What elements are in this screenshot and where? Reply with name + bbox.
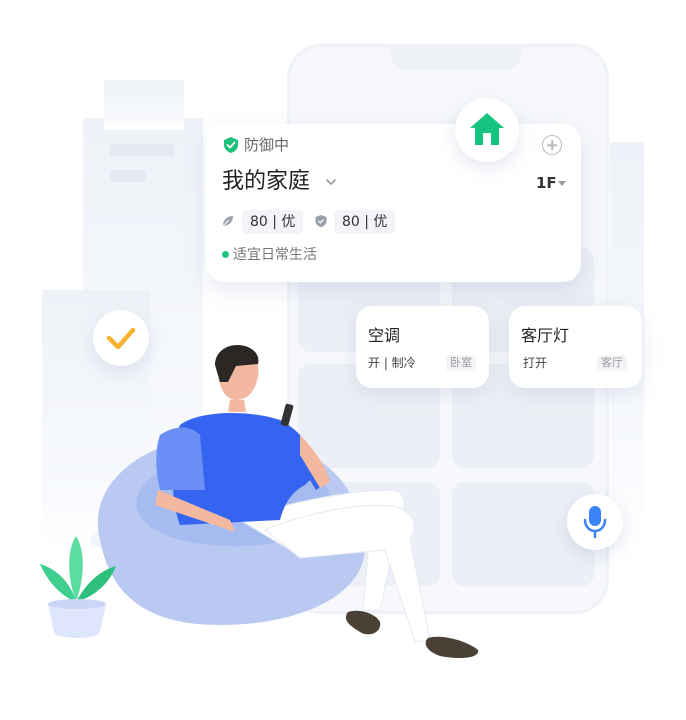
status-text: 适宜日常生活: [233, 247, 317, 263]
device-state: 打开: [523, 356, 548, 370]
plant-illustration: [40, 536, 116, 638]
building-window: [110, 170, 146, 182]
mic-icon: [583, 506, 607, 539]
background-building: [104, 80, 184, 130]
leaf-icon: [222, 216, 233, 227]
chevron-down-icon[interactable]: [325, 176, 337, 188]
status-dot: [222, 251, 229, 258]
voice-button[interactable]: [567, 494, 623, 550]
home-title[interactable]: 我的家庭: [222, 168, 310, 196]
security-status: 防御中: [244, 136, 290, 154]
home-button[interactable]: [455, 98, 519, 162]
shield-check-icon: [224, 137, 238, 153]
caret-down-icon[interactable]: [558, 181, 566, 186]
security-score-chip: 80 | 优: [334, 210, 396, 234]
plus-icon[interactable]: [542, 135, 562, 155]
building-window: [110, 144, 174, 156]
device-name: 客厅灯: [521, 326, 570, 345]
phone-notch: [390, 44, 522, 70]
air-quality-chip: 80 | 优: [242, 210, 304, 234]
home-icon: [470, 113, 504, 145]
device-room: 客厅: [597, 355, 627, 371]
floor-selector[interactable]: 1F: [536, 174, 557, 192]
device-card-living-room-light[interactable]: 客厅灯 打开 客厅: [509, 306, 642, 388]
shield-icon: [315, 215, 327, 227]
